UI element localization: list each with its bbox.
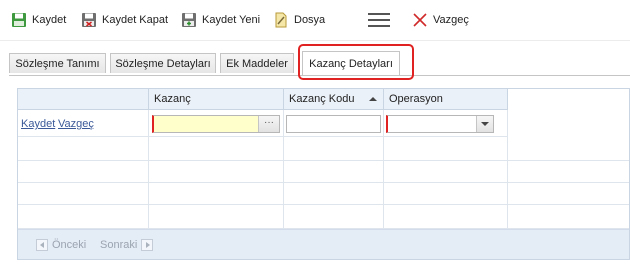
save-label: Kaydet <box>32 14 67 26</box>
toolbar-divider <box>0 40 630 41</box>
save-new-button[interactable]: Kaydet Yeni <box>181 10 260 30</box>
save-new-icon <box>181 12 197 28</box>
kazanc-kodu-input[interactable] <box>286 115 381 133</box>
ellipsis-icon[interactable]: ··· <box>258 116 279 132</box>
chevron-down-icon[interactable] <box>476 116 493 132</box>
column-header-actions <box>18 89 149 110</box>
table-row <box>18 205 629 229</box>
sort-asc-icon <box>369 97 377 101</box>
kazanc-grid: Kazanç Kazanç Kodu Operasyon Kaydet Vazg… <box>17 88 630 260</box>
tab-sozlesme-tanimi[interactable]: Sözleşme Tanımı <box>9 53 106 73</box>
row-cancel-link[interactable]: Vazgeç <box>58 118 94 130</box>
table-row <box>18 161 629 183</box>
chevron-right-icon <box>141 239 154 251</box>
cancel-button[interactable]: Vazgeç <box>412 10 469 30</box>
prev-page-button[interactable]: Önceki <box>36 237 86 253</box>
table-row <box>18 183 629 205</box>
chevron-left-icon <box>36 239 48 251</box>
column-header-kazanc[interactable]: Kazanç <box>149 89 284 110</box>
tab-sozlesme-detaylari[interactable]: Sözleşme Detayları <box>110 53 216 73</box>
tab-ek-maddeler[interactable]: Ek Maddeler <box>220 53 294 73</box>
tab-label: Kazanç Detayları <box>309 57 393 70</box>
save-close-icon <box>81 12 97 28</box>
tab-bar: Sözleşme Tanımı Sözleşme Detayları Ek Ma… <box>9 51 630 75</box>
edit-row: Kaydet Vazgeç ··· <box>18 110 508 137</box>
x-icon <box>412 12 428 28</box>
toolbar: Kaydet Kaydet Kapat Kaydet Yeni Dosya Va… <box>0 0 630 40</box>
tab-label: Sözleşme Detayları <box>115 57 211 70</box>
next-page-button[interactable]: Sonraki <box>100 237 154 253</box>
save-new-label: Kaydet Yeni <box>202 14 261 26</box>
prev-page-label: Önceki <box>52 239 87 251</box>
file-label: Dosya <box>294 14 326 26</box>
file-icon <box>273 12 289 28</box>
save-close-button[interactable]: Kaydet Kapat <box>81 10 168 30</box>
tab-label: Ek Maddeler <box>226 57 288 70</box>
kazanc-lookup-input[interactable]: ··· <box>152 115 280 133</box>
operasyon-select[interactable] <box>386 115 494 133</box>
column-header-kazanc-kodu[interactable]: Kazanç Kodu <box>284 89 384 110</box>
table-row <box>18 137 629 161</box>
save-icon <box>11 12 27 28</box>
tab-underline <box>9 75 630 76</box>
next-page-label: Sonraki <box>100 239 138 251</box>
row-save-link[interactable]: Kaydet <box>21 118 55 130</box>
grid-header: Kazanç Kazanç Kodu Operasyon <box>18 89 508 110</box>
save-button[interactable]: Kaydet <box>11 10 66 30</box>
save-close-label: Kaydet Kapat <box>102 14 169 26</box>
hamburger-menu-icon[interactable] <box>368 13 390 27</box>
tab-label: Sözleşme Tanımı <box>15 57 100 70</box>
pager: Önceki Sonraki <box>18 229 629 259</box>
file-button[interactable]: Dosya <box>273 10 325 30</box>
cancel-label: Vazgeç <box>433 14 469 26</box>
column-header-operasyon[interactable]: Operasyon <box>384 89 508 110</box>
tab-kazanc-detaylari[interactable]: Kazanç Detayları <box>302 51 400 75</box>
